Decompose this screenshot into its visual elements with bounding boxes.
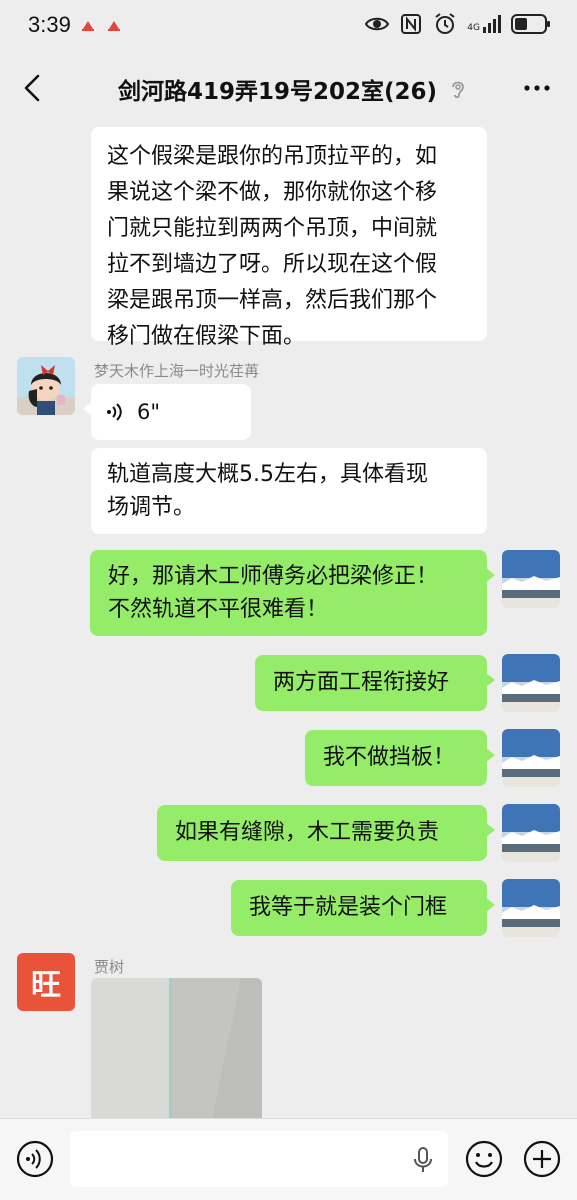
sender-name: 贾树	[94, 958, 125, 976]
app-notification-icon	[82, 21, 94, 31]
avatar-sender-jiashu[interactable]: 旺	[17, 953, 75, 1011]
message-line: 我等于就是装个门框	[249, 895, 448, 920]
message-bubble-received[interactable]: 轨道高度大概5.5左右，具体看现 场调节。	[91, 448, 487, 534]
status-time: 3:39	[28, 12, 71, 37]
avatar-self[interactable]	[502, 879, 560, 937]
avatar-text: 旺	[31, 968, 61, 1003]
chat-header: 剑河路419弄19号202室(26)	[0, 52, 577, 124]
message-bubble-sent[interactable]: 如果有缝隙，木工需要负责	[157, 805, 495, 861]
message-line: 梁是跟吊顶一样高，然后我们那个	[107, 288, 438, 313]
avatar-self[interactable]	[502, 804, 560, 862]
message-line: 场调节。	[107, 495, 196, 520]
ear-icon	[452, 81, 464, 99]
message-line: 拉不到墙边了呀。所以现在这个假	[107, 252, 438, 277]
message-line: 移门做在假梁下面。	[107, 324, 306, 349]
voice-message-bubble[interactable]: 6"	[83, 384, 251, 440]
emoji-button[interactable]	[464, 1139, 504, 1179]
message-bubble-sent[interactable]: 我不做挡板！	[305, 730, 495, 786]
message-line: 我不做挡板！	[323, 745, 456, 770]
app-notification-icon	[108, 21, 120, 31]
voice-mode-button[interactable]	[15, 1139, 55, 1179]
more-options-button[interactable]	[523, 78, 551, 98]
battery-icon	[511, 14, 550, 34]
eye-icon	[365, 17, 390, 31]
plus-button[interactable]	[522, 1139, 562, 1179]
image-message[interactable]	[91, 978, 262, 1123]
alarm-icon	[435, 13, 455, 34]
avatar-sender-mengtian[interactable]	[17, 357, 75, 415]
message-line: 好，那请木工师傅务必把梁修正！	[108, 564, 439, 589]
voice-wave-icon	[107, 403, 122, 421]
message-bubble-received[interactable]: 这个假梁是跟你的吊顶拉平的，如 果说这个梁不做，那你就你这个移 门就只能拉到两两…	[91, 127, 487, 349]
microphone-icon[interactable]	[412, 1146, 434, 1174]
network-type: 4G	[467, 23, 480, 33]
input-bar	[0, 1118, 577, 1200]
message-bubble-sent[interactable]: 两方面工程衔接好	[255, 655, 495, 711]
message-line: 两方面工程衔接好	[273, 670, 450, 695]
signal-icon: 4G	[467, 15, 501, 33]
voice-duration: 6"	[137, 400, 161, 424]
avatar-self[interactable]	[502, 729, 560, 787]
nfc-icon	[401, 14, 422, 34]
avatar-self[interactable]	[502, 550, 560, 608]
message-line: 轨道高度大概5.5左右，具体看现	[107, 462, 428, 487]
message-bubble-sent[interactable]: 好，那请木工师傅务必把梁修正！ 不然轨道不平很难看！	[90, 550, 495, 636]
message-line: 不然轨道不平很难看！	[108, 597, 329, 622]
message-line: 果说这个梁不做，那你就你这个移	[107, 180, 438, 205]
chat-title[interactable]: 剑河路419弄19号202室(26)	[118, 72, 437, 106]
sender-name: 梦天木作上海一时光荏苒	[94, 362, 260, 380]
message-line: 这个假梁是跟你的吊顶拉平的，如	[107, 144, 438, 169]
back-button[interactable]	[18, 70, 48, 106]
message-line: 门就只能拉到两两个吊顶，中间就	[107, 216, 438, 241]
status-bar: 3:39 4G	[0, 0, 577, 52]
avatar-self[interactable]	[502, 654, 560, 712]
message-bubble-sent[interactable]: 我等于就是装个门框	[231, 880, 495, 936]
message-line: 如果有缝隙，木工需要负责	[175, 820, 440, 845]
message-input[interactable]	[70, 1131, 448, 1187]
